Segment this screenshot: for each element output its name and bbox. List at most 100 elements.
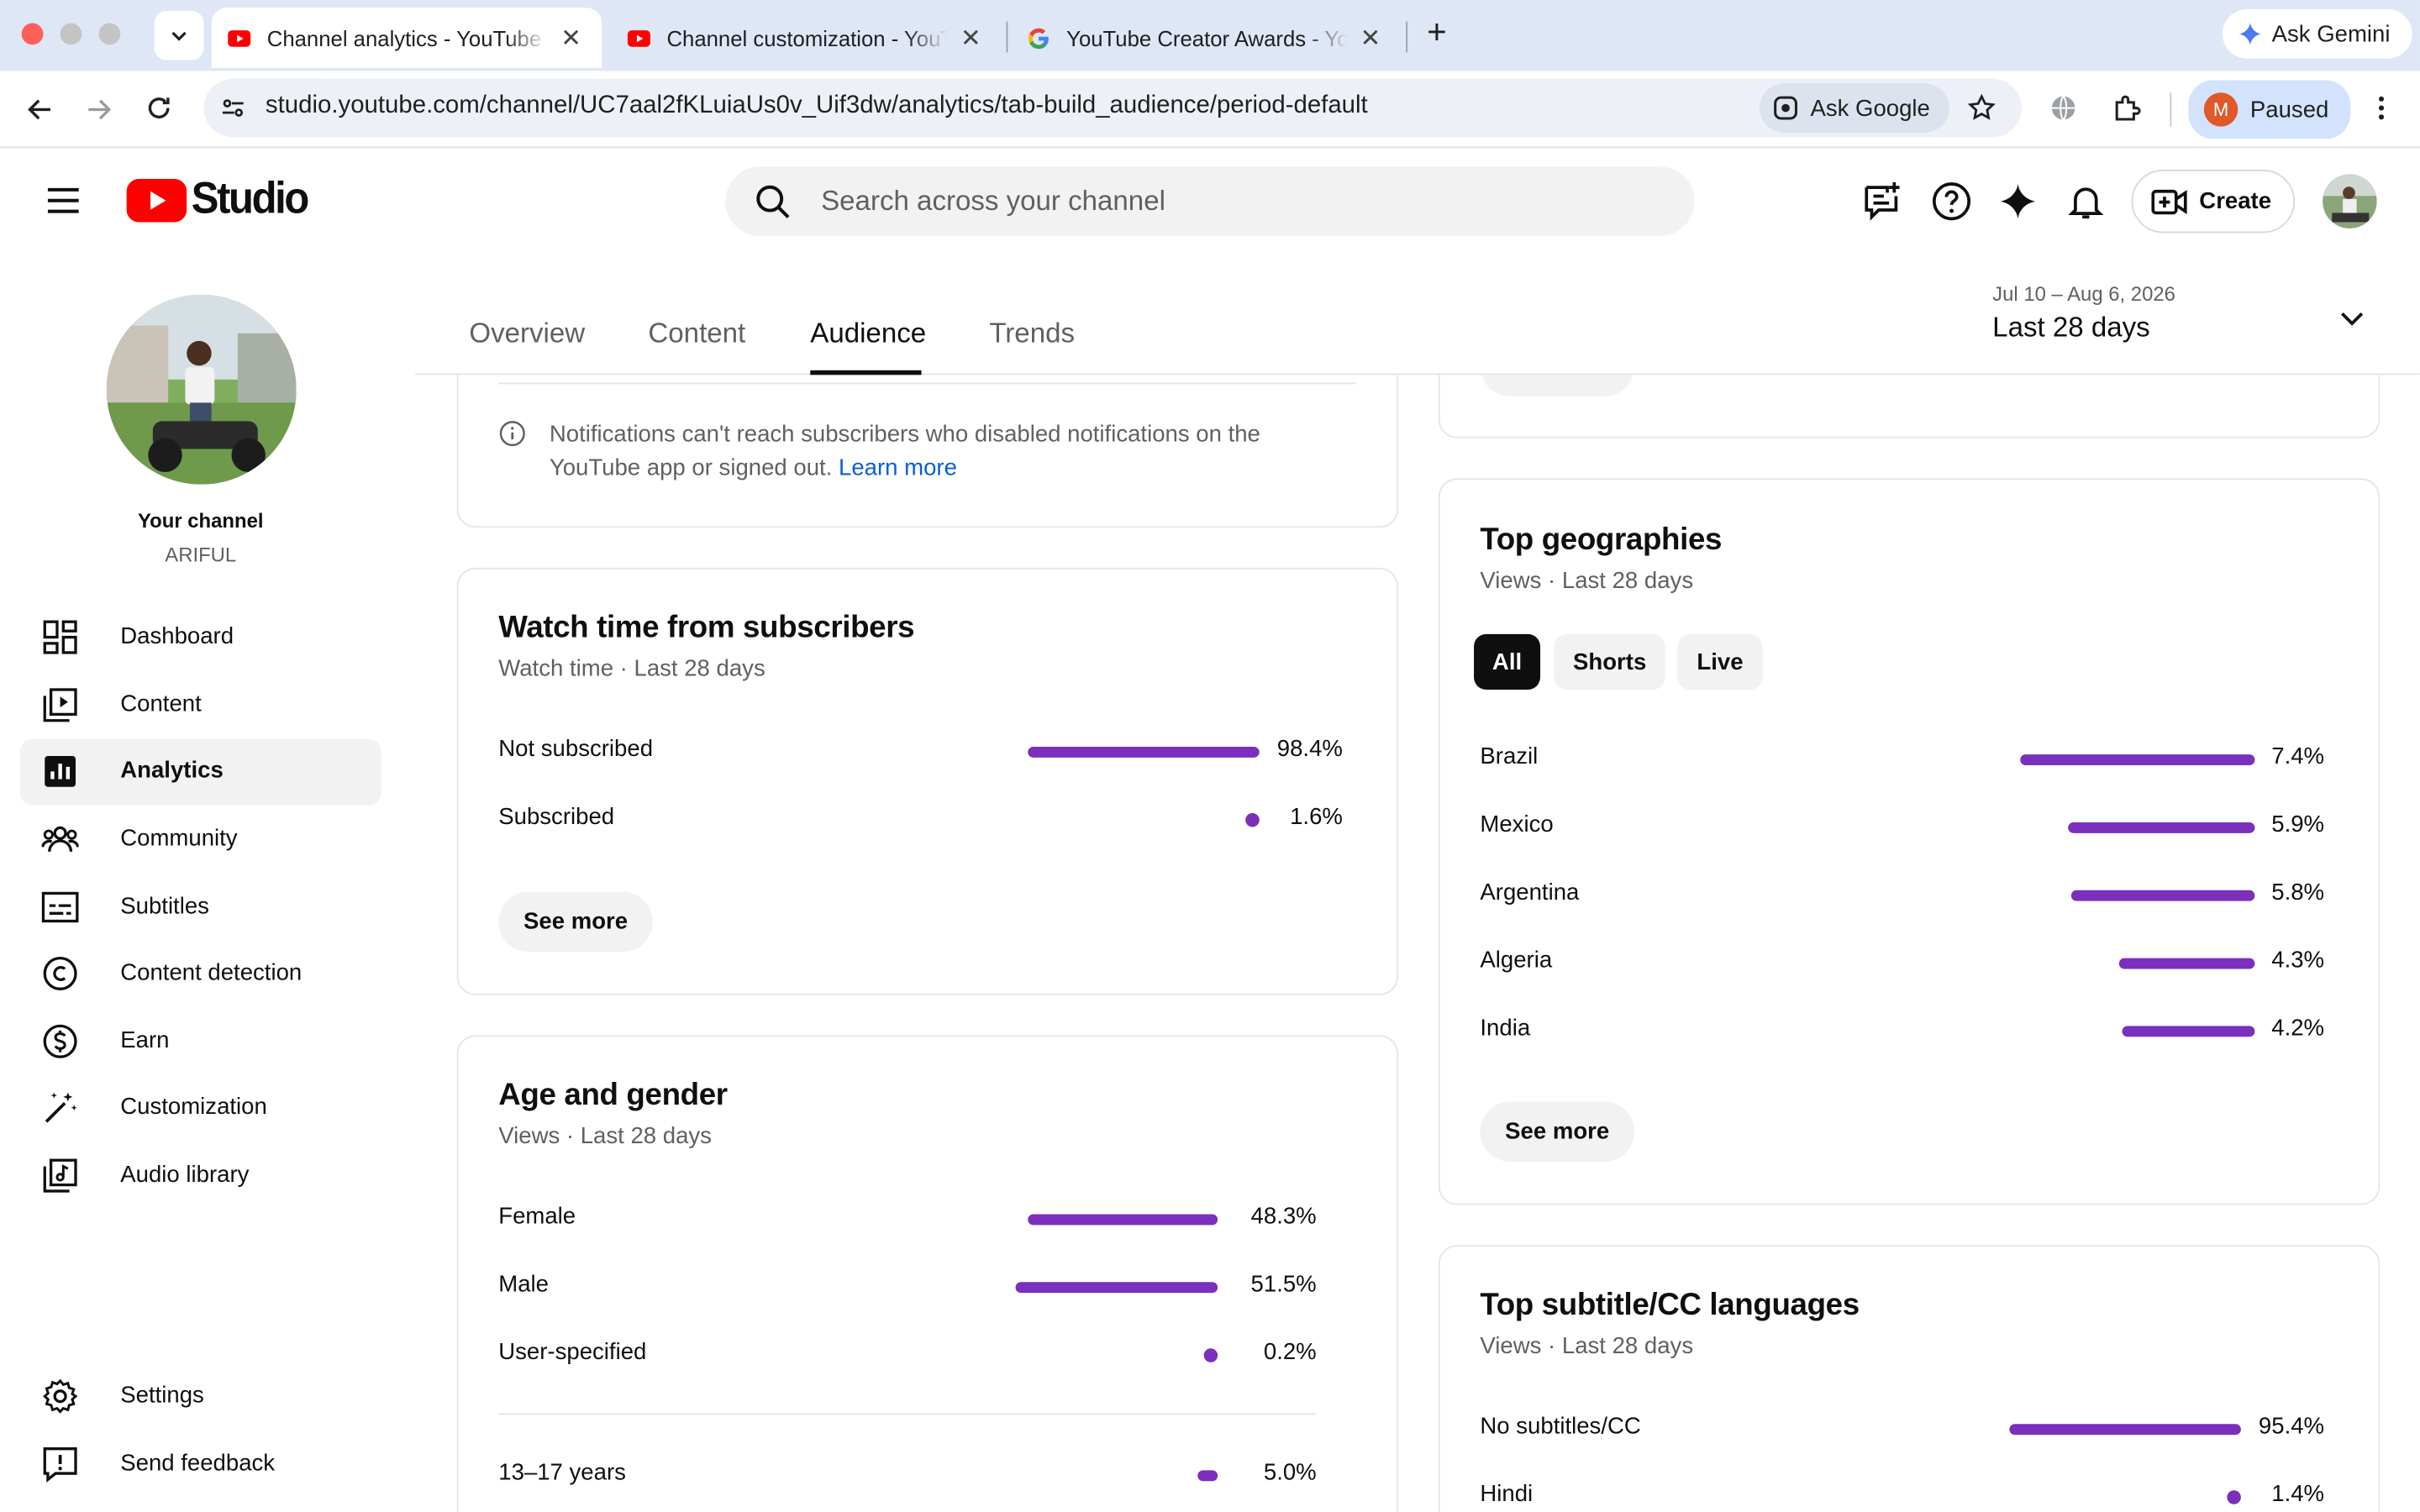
info-icon: [499, 421, 525, 447]
tab-audience[interactable]: Audience: [810, 318, 926, 350]
row-label: Subscribed: [498, 803, 615, 831]
row-percent: 51.5%: [1250, 1271, 1317, 1298]
channel-name: ARIFUL: [165, 543, 237, 567]
hamburger-menu-icon[interactable]: [45, 184, 82, 218]
card-subtitle: Views · Last 28 days: [498, 1123, 712, 1150]
top-geographies-card: Top geographies Views · Last 28 days All…: [1438, 478, 2381, 1205]
row-label: Brazil: [1480, 743, 1539, 770]
channel-photo: [106, 294, 297, 485]
watch-time-card: Watch time from subscribers Watch time ·…: [456, 567, 1399, 995]
filter-chip-shorts[interactable]: Shorts: [1554, 633, 1665, 690]
sidebar-item-label: Content: [120, 690, 202, 718]
magic-wand-icon: [45, 1092, 77, 1123]
row-bar: [2020, 754, 2255, 766]
row-bar: [2227, 1490, 2241, 1504]
sidebar-item-label: Subtitles: [120, 893, 209, 920]
learn-more-link[interactable]: Learn more: [839, 455, 957, 481]
youtube-studio-favicon-icon: [228, 29, 251, 46]
row-bar: [2009, 1424, 2241, 1436]
row-label: India: [1480, 1015, 1531, 1042]
row-label: Not subscribed: [498, 736, 654, 763]
back-arrow-icon[interactable]: [24, 94, 55, 125]
divider: [498, 1413, 1317, 1415]
chevron-down-icon: [171, 31, 187, 41]
card-title: Age and gender: [498, 1078, 728, 1113]
tab-trends[interactable]: Trends: [989, 318, 1075, 350]
sidebar-item-label: Content detection: [120, 959, 302, 986]
card-subtitle: Views · Last 28 days: [1480, 1332, 1694, 1360]
row-label: No subtitles/CC: [1480, 1413, 1641, 1440]
sidebar-item-label: Earn: [120, 1027, 170, 1054]
subtitles-icon: [41, 891, 79, 923]
date-range-text: Jul 10 – Aug 6, 2026: [1992, 282, 2175, 306]
row-bar: [2118, 958, 2255, 969]
row-label: Female: [498, 1203, 576, 1230]
site-settings-icon[interactable]: [219, 94, 247, 122]
filter-chip-all[interactable]: All: [1474, 633, 1541, 690]
row-bar: [2068, 822, 2255, 833]
see-more-button[interactable]: See more: [1480, 1101, 1635, 1163]
card-subtitle: Views · Last 28 days: [1480, 567, 1694, 595]
channel-label: Your channel: [138, 509, 264, 533]
card-subtitle: Watch time · Last 28 days: [498, 655, 765, 682]
gear-icon: [43, 1378, 78, 1414]
tab-overview[interactable]: Overview: [469, 318, 585, 350]
row-bar: [1014, 1282, 1218, 1294]
age-gender-card: Age and gender Views · Last 28 days Fema…: [456, 1035, 1399, 1512]
studio-logo-text: Studio: [191, 174, 310, 224]
divider: [498, 382, 1357, 385]
row-bar: [1197, 1470, 1218, 1482]
dashboard-icon: [43, 620, 77, 654]
forward-arrow-icon[interactable]: [83, 94, 114, 125]
row-bar: [1027, 1214, 1218, 1226]
row-label: User-specified: [498, 1339, 647, 1366]
row-label: 13–17 years: [498, 1459, 626, 1486]
window-minimize-button[interactable]: [60, 23, 82, 45]
window-close-button[interactable]: [21, 23, 44, 45]
card-title: Top geographies: [1480, 522, 1723, 558]
sidebar-item-label: Analytics: [120, 757, 224, 785]
subtitle-languages-card: Top subtitle/CC languages Views · Last 2…: [1438, 1245, 2381, 1512]
row-percent: 0.2%: [1263, 1339, 1317, 1366]
audio-library-icon: [43, 1158, 77, 1193]
tab-search-button[interactable]: [154, 10, 204, 60]
sidebar-item-label: Settings: [120, 1382, 204, 1409]
row-percent: 5.0%: [1263, 1459, 1317, 1486]
filter-chip-live[interactable]: Live: [1677, 633, 1763, 690]
analytics-main: Notifications can't reach subscribers wh…: [415, 0, 2420, 1512]
window-maximize-button[interactable]: [98, 23, 121, 45]
content-icon: [43, 688, 77, 722]
row-bar: [2071, 890, 2255, 901]
community-icon: [41, 826, 79, 853]
row-bar: [1245, 812, 1260, 827]
copyright-icon: [43, 956, 77, 990]
see-more-button[interactable]: See more: [498, 891, 653, 953]
sidebar-item-label: Community: [120, 825, 238, 852]
feedback-icon: [43, 1447, 77, 1483]
card-title: Top subtitle/CC languages: [1480, 1288, 1860, 1323]
row-label: Male: [498, 1271, 549, 1298]
row-bar: [1028, 746, 1260, 758]
row-bar: [1203, 1348, 1218, 1362]
sidebar-item-label: Send feedback: [120, 1450, 276, 1477]
sidebar-item-label: Dashboard: [120, 623, 234, 650]
row-label: Hindi: [1480, 1481, 1534, 1508]
card-title: Watch time from subscribers: [498, 611, 915, 645]
row-label: Mexico: [1480, 811, 1554, 838]
studio-logo[interactable]: Studio: [126, 174, 318, 226]
chevron-down-icon[interactable]: [2335, 301, 2369, 334]
row-label: Algeria: [1480, 947, 1553, 974]
sidebar-item-label: Audio library: [120, 1162, 250, 1189]
row-label: Argentina: [1480, 879, 1580, 906]
reload-icon[interactable]: [144, 92, 175, 123]
channel-avatar[interactable]: [106, 294, 297, 485]
active-tab-underline: [810, 370, 922, 375]
analytics-tab-header: Overview Content Audience Trends Jul 10 – A…: [415, 262, 2420, 375]
youtube-logo-icon: [126, 178, 187, 222]
period-label[interactable]: Last 28 days: [1992, 312, 2149, 344]
row-percent: 48.3%: [1250, 1203, 1317, 1230]
dollar-icon: [43, 1024, 77, 1058]
tab-content[interactable]: Content: [648, 318, 745, 350]
row-bar: [2122, 1026, 2255, 1037]
analytics-icon: [45, 755, 76, 787]
